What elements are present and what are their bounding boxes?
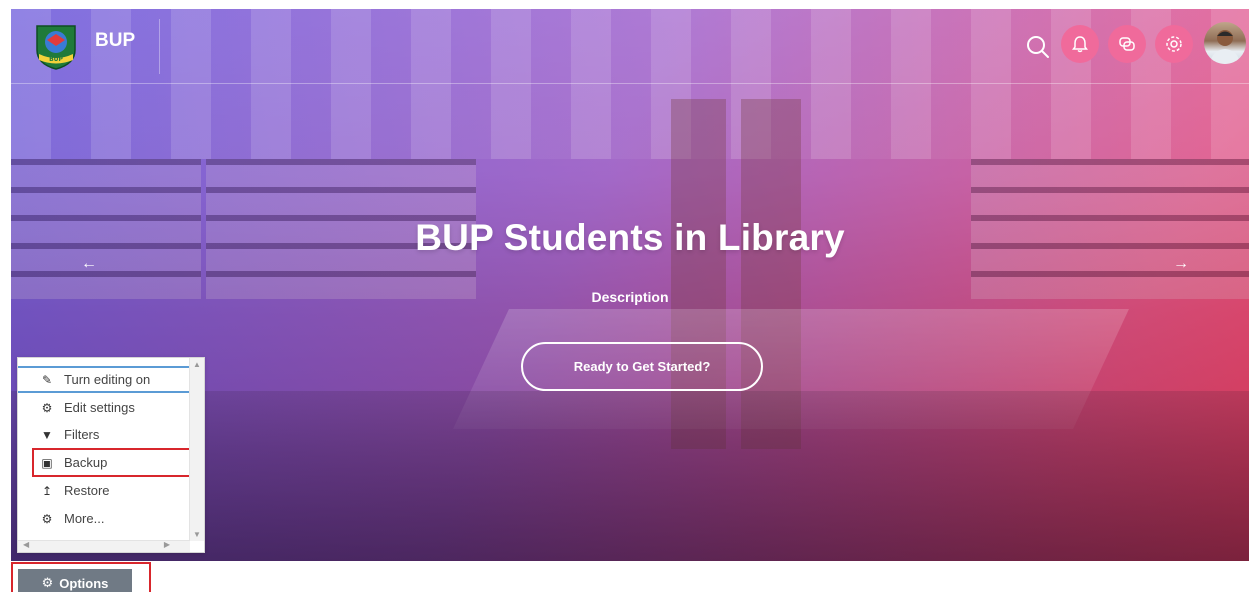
horizontal-scrollbar[interactable]: ◀ ▶ bbox=[18, 540, 190, 552]
vertical-scrollbar[interactable]: ▲ ▼ bbox=[189, 358, 204, 541]
backup-icon: ▣ bbox=[41, 455, 53, 470]
messages-button[interactable] bbox=[1108, 25, 1146, 63]
options-highlight: ⚙ Options bbox=[11, 562, 151, 592]
menu-item-label: Turn editing on bbox=[64, 372, 151, 387]
menu-item-filters[interactable]: ▼ Filters bbox=[18, 421, 190, 448]
user-avatar[interactable] bbox=[1204, 22, 1246, 64]
menu-item-restore[interactable]: ↥ Restore bbox=[18, 477, 190, 504]
gear-icon: ⚙ bbox=[41, 511, 53, 526]
restore-icon: ↥ bbox=[41, 483, 53, 498]
menu-item-label: Restore bbox=[64, 483, 110, 498]
brand-divider bbox=[159, 19, 160, 74]
slide-description: Description bbox=[591, 289, 669, 305]
menu-item-edit-settings[interactable]: ⚙ Edit settings bbox=[18, 394, 190, 421]
menu-item-label: Backup bbox=[64, 455, 108, 470]
brand-name[interactable]: BUP bbox=[95, 30, 135, 52]
options-dropdown-menu: ✎ Turn editing on ⚙ Edit settings ▼ Filt… bbox=[17, 357, 205, 553]
menu-item-label: Filters bbox=[64, 427, 100, 442]
menu-item-label: Edit settings bbox=[64, 400, 135, 415]
gear-icon: ⚙ bbox=[41, 400, 53, 415]
get-started-button[interactable]: Ready to Get Started? bbox=[521, 342, 763, 391]
slide-title: BUP Students in Library bbox=[415, 217, 845, 258]
top-navbar: BUP BUP bbox=[11, 9, 1249, 84]
bell-icon bbox=[1072, 36, 1088, 53]
menu-list: ✎ Turn editing on ⚙ Edit settings ▼ Filt… bbox=[18, 358, 204, 541]
menu-item-backup[interactable]: ▣ Backup bbox=[32, 448, 204, 477]
scroll-right-icon[interactable]: ▶ bbox=[164, 540, 170, 549]
scroll-left-icon[interactable]: ◀ bbox=[23, 540, 29, 549]
scroll-up-icon[interactable]: ▲ bbox=[193, 360, 201, 369]
pencil-icon: ✎ bbox=[41, 372, 53, 387]
notifications-button[interactable] bbox=[1061, 25, 1099, 63]
search-icon[interactable] bbox=[1021, 30, 1055, 64]
options-label: Options bbox=[59, 575, 109, 591]
filter-icon: ▼ bbox=[41, 427, 53, 442]
chat-icon bbox=[1119, 37, 1135, 51]
menu-item-turn-editing-on[interactable]: ✎ Turn editing on bbox=[18, 366, 190, 393]
menu-item-label: More... bbox=[64, 511, 105, 526]
settings-button[interactable] bbox=[1155, 25, 1193, 63]
scroll-down-icon[interactable]: ▼ bbox=[193, 530, 201, 539]
logo-lettering: BUP bbox=[49, 56, 63, 63]
gear-icon bbox=[1166, 36, 1182, 52]
bup-logo[interactable]: BUP bbox=[33, 22, 79, 70]
options-button[interactable]: ⚙ Options bbox=[18, 569, 132, 592]
gear-icon: ⚙ bbox=[41, 575, 54, 590]
menu-item-more[interactable]: ⚙ More... bbox=[18, 505, 190, 532]
